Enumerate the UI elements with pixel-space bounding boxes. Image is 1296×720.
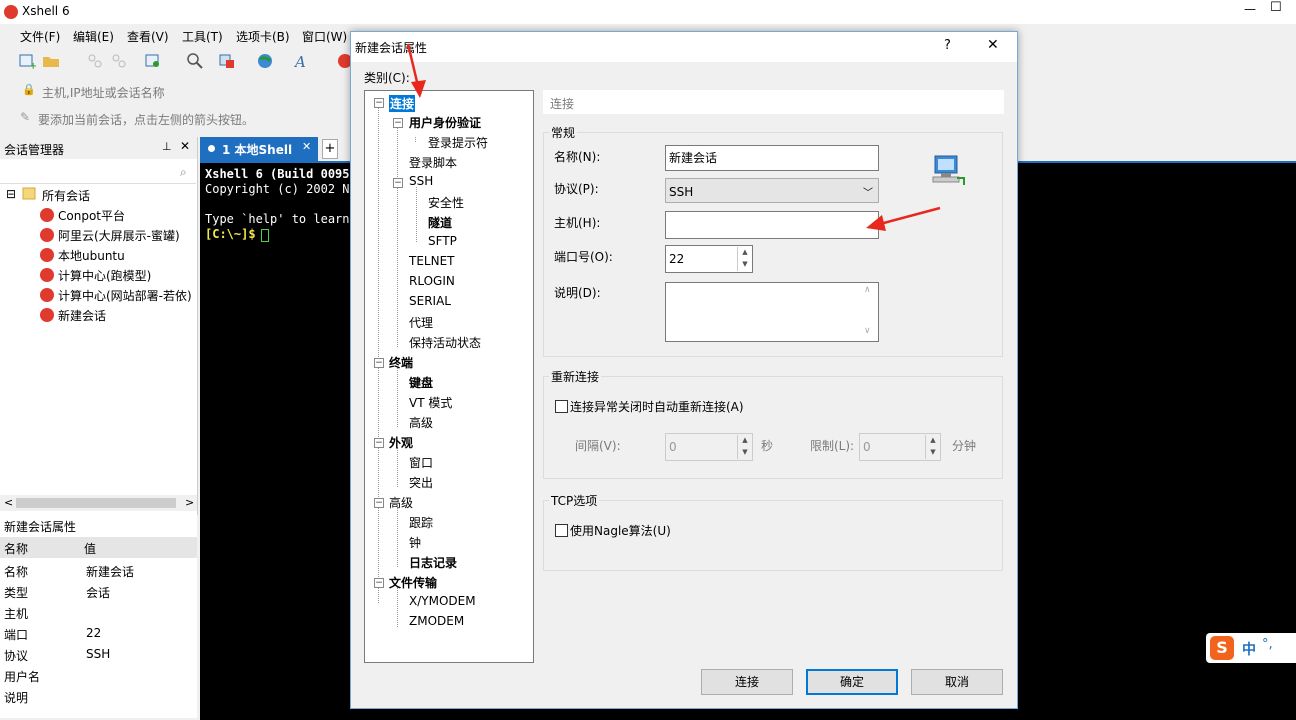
annotation-arrow-category [406, 43, 426, 98]
annotation-arrows [406, 43, 941, 231]
annotation-arrow-host [866, 206, 941, 231]
